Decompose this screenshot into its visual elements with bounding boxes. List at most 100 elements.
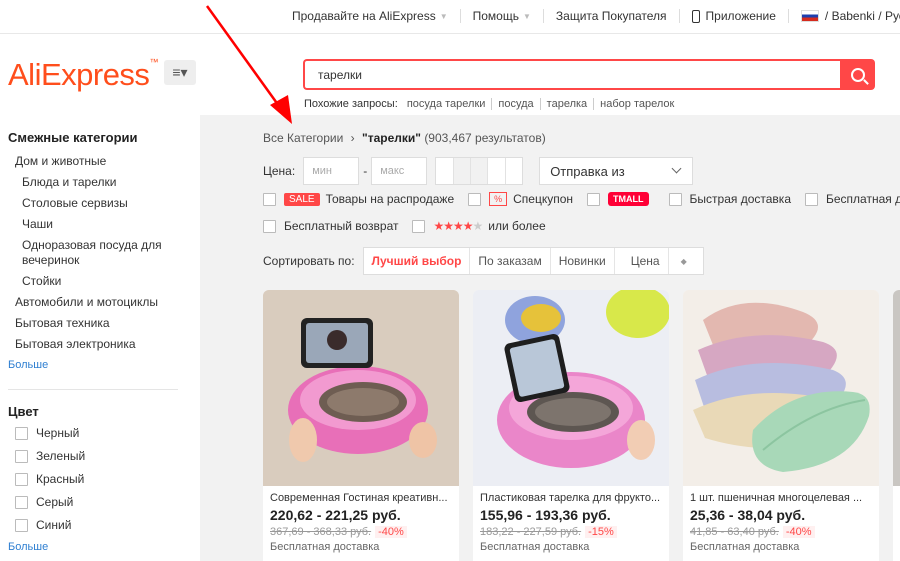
russia-flag-icon [800, 10, 819, 22]
sort-by-orders[interactable]: По заказам [470, 248, 551, 274]
product-photo-fruit-plate [473, 290, 669, 486]
product-title[interactable]: 1 шт. пшеничная многоцелевая ... [683, 486, 879, 504]
checkbox[interactable] [15, 473, 28, 486]
sidebar-category[interactable]: Бытовая техника [0, 313, 200, 334]
product-title[interactable]: Пластиковая тарелка для фрукто... [473, 486, 669, 504]
checkbox[interactable] [805, 192, 818, 206]
checkbox[interactable] [15, 427, 28, 440]
sidebar-subcategory[interactable]: Столовые сервизы [0, 193, 200, 214]
sidebar-category[interactable]: Бытовая электроника [0, 334, 200, 355]
related-query[interactable]: тарелка [540, 98, 595, 110]
color-option-green[interactable]: Зеленый [0, 445, 200, 468]
categories-more-link[interactable]: Больше [0, 355, 200, 375]
sidebar-category[interactable]: Автомобили и мотоциклы [0, 292, 200, 313]
chevron-down-icon: ▼ [522, 11, 531, 21]
search-input[interactable]: тарелки [303, 59, 840, 90]
discount-badge: -40% [375, 526, 407, 538]
checkbox[interactable] [15, 450, 28, 463]
related-categories-heading: Смежные категории [8, 130, 138, 145]
buyer-protection-link[interactable]: Защита Покупателя [544, 9, 680, 23]
checkbox[interactable] [587, 192, 601, 206]
sort-label: Сортировать по: [263, 254, 355, 268]
checkbox[interactable] [15, 519, 28, 532]
search-button[interactable] [840, 59, 875, 90]
aliexpress-logo[interactable]: AliExpress™ [8, 57, 158, 93]
product-image[interactable] [263, 290, 459, 486]
product-card[interactable]: Современная Гостиная креативн... 220,62 … [263, 290, 459, 561]
price-min-placeholder: мин [312, 165, 332, 177]
filter-rating-label: или более [488, 219, 546, 233]
filter-row-1: SALE Товары на распродаже % Спецкупон TM… [263, 192, 900, 206]
search-query: тарелки [318, 67, 362, 82]
price-min-input[interactable]: мин [303, 157, 360, 185]
sort-best-match[interactable]: Лучший выбор [364, 248, 471, 274]
color-option-blue[interactable]: Синий [0, 514, 200, 537]
sell-on-aliexpress-link[interactable]: Продавайте на AliExpress ▼ [292, 9, 461, 23]
related-label: Похожие запросы: [304, 98, 398, 110]
logo-trademark: ™ [149, 57, 158, 67]
sort-by-price[interactable]: Цена ◆ [615, 248, 703, 274]
product-card[interactable]: Пластиковая тарелка для фрукто... 155,96… [473, 290, 669, 561]
category-menu-button[interactable]: ≡▾ [164, 60, 196, 85]
filter-free-delivery[interactable]: Бесплатная д [805, 192, 900, 206]
sort-bar: Сортировать по: Лучший выбор По заказам … [263, 247, 704, 275]
product-card[interactable]: 1 шт. пшеничная многоцелевая ... 25,36 -… [683, 290, 879, 561]
app-link[interactable]: Приложение [680, 9, 789, 23]
discount-badge: -15% [585, 526, 617, 538]
sidebar-subcategory[interactable]: Чаши [0, 214, 200, 235]
product-shipping: Бесплатная доставка [690, 541, 800, 553]
filter-sale-label: Товары на распродаже [325, 192, 455, 206]
checkbox[interactable] [263, 192, 276, 206]
price-max-input[interactable]: макс [371, 157, 428, 185]
results-count: (903,467 результатов) [424, 131, 546, 145]
product-image[interactable] [683, 290, 879, 486]
sidebar-category[interactable]: Дом и животные [0, 151, 200, 172]
checkbox[interactable] [468, 192, 482, 206]
colors-more-link[interactable]: Больше [0, 537, 200, 557]
filter-free-return[interactable]: Бесплатный возврат [263, 219, 398, 233]
checkbox[interactable] [263, 219, 276, 233]
product-image[interactable] [473, 290, 669, 486]
filter-rating[interactable]: ★★★★★ или более [412, 219, 546, 233]
product-shipping: Бесплатная доставка [270, 541, 380, 553]
coupon-icon: % [489, 192, 508, 206]
color-heading: Цвет [8, 404, 39, 419]
breadcrumb-root[interactable]: Все Категории [263, 131, 343, 145]
color-option-grey[interactable]: Серый [0, 491, 200, 514]
filter-tmall[interactable]: TMALL [587, 192, 655, 206]
filter-coupon-label: Спецкупон [513, 192, 574, 206]
color-label: Зеленый [36, 449, 86, 463]
color-label: Красный [36, 472, 85, 486]
product-card-partial[interactable] [893, 290, 900, 561]
results-area: Все Категории › "тарелки" (903,467 резул… [200, 115, 900, 561]
checkbox[interactable] [412, 219, 426, 233]
tmall-badge: TMALL [608, 192, 649, 206]
top-bar: Продавайте на AliExpress ▼ Помощь ▼ Защи… [0, 0, 900, 34]
product-old-price-row: 367,69 - 368,33 руб. -40% [263, 523, 459, 538]
sidebar-subcategory[interactable]: Блюда и тарелки [0, 172, 200, 193]
checkbox[interactable] [15, 496, 28, 509]
filter-fast-delivery[interactable]: Быстрая доставка [668, 192, 791, 206]
locale-selector[interactable]: / Babenki / Русский / [789, 9, 900, 23]
related-query[interactable]: посуда тарелки [400, 98, 493, 110]
color-option-black[interactable]: Черный [0, 422, 200, 445]
price-histogram[interactable] [435, 157, 524, 185]
color-label: Синий [36, 518, 72, 532]
product-image[interactable] [893, 290, 900, 486]
help-link[interactable]: Помощь ▼ [461, 9, 544, 23]
sidebar-subcategory[interactable]: Стойки [0, 271, 200, 292]
checkbox[interactable] [668, 192, 682, 206]
ship-from-dropdown[interactable]: Отправка из [539, 157, 694, 185]
related-query[interactable]: посуда [492, 98, 541, 110]
breadcrumb: Все Категории › "тарелки" (903,467 резул… [263, 131, 546, 145]
filter-sale[interactable]: SALE Товары на распродаже [263, 192, 454, 206]
star-empty: ★ [472, 219, 484, 233]
related-query[interactable]: набор тарелок [594, 98, 680, 110]
sort-newest[interactable]: Новинки [551, 248, 615, 274]
sell-label: Продавайте на AliExpress [292, 9, 436, 23]
sidebar-subcategory[interactable]: Одноразовая посуда для вечеринок [0, 235, 175, 271]
color-option-red[interactable]: Красный [0, 468, 200, 491]
product-title[interactable]: Современная Гостиная креативн... [263, 486, 459, 504]
phone-icon [691, 9, 700, 23]
filter-coupon[interactable]: % Спецкупон [468, 192, 573, 206]
